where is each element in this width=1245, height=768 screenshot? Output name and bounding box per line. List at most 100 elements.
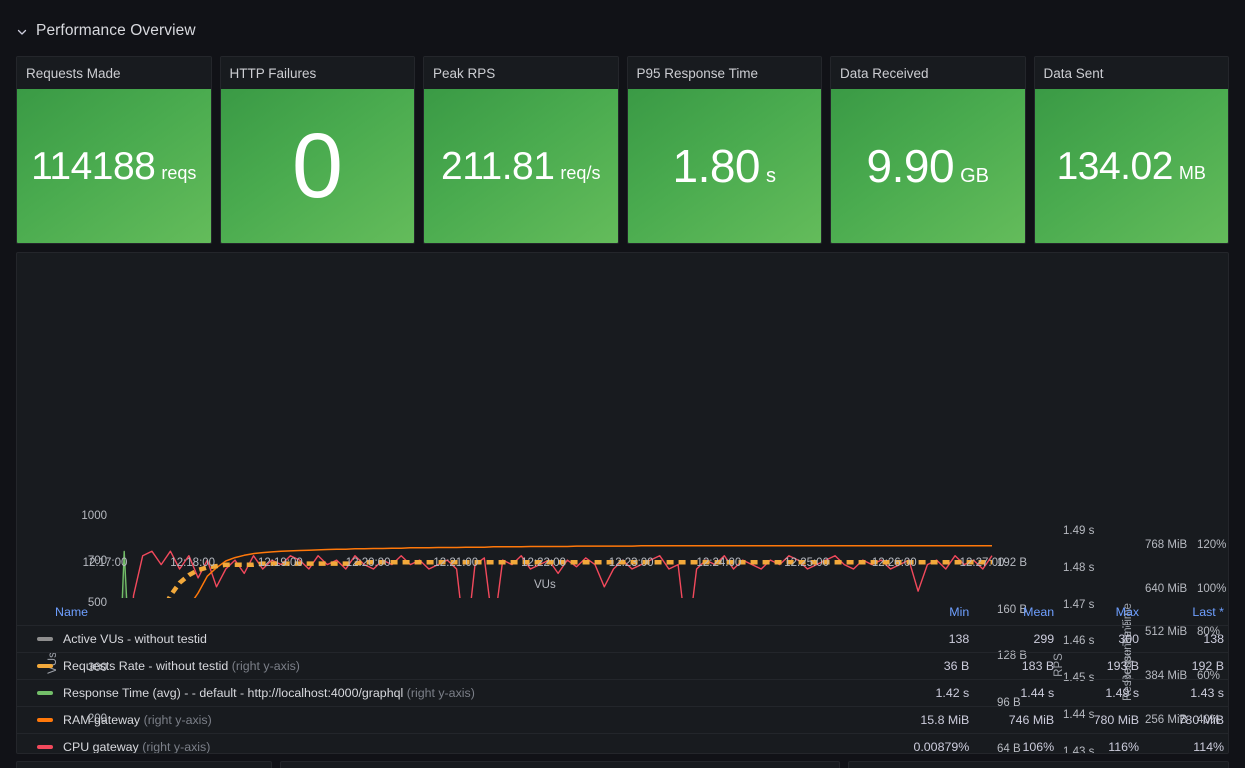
stat-panel-body: 114188 reqs bbox=[17, 89, 211, 243]
y-axis-tick-percent: 120% bbox=[1197, 538, 1227, 551]
legend-col-min[interactable]: Min bbox=[890, 601, 975, 626]
stat-panel-title: P95 Response Time bbox=[627, 57, 821, 89]
stat-value: 1.80 bbox=[672, 140, 761, 192]
legend-series-label: Requests Rate - without testid bbox=[63, 659, 229, 673]
legend-col-mean[interactable]: Mean bbox=[975, 601, 1060, 626]
legend-max: 780 MiB bbox=[1060, 706, 1146, 734]
stat-panel-body: 211.81 req/s bbox=[424, 89, 618, 243]
stat-value: 114188 bbox=[31, 144, 156, 188]
stat-panel[interactable]: Data Received 9.90 GB bbox=[830, 56, 1026, 244]
stat-unit: s bbox=[766, 165, 777, 187]
legend-mean: 106% bbox=[975, 733, 1061, 753]
legend-max: 116% bbox=[1060, 733, 1146, 753]
stat-panel-title: Peak RPS bbox=[424, 57, 618, 89]
legend-series-label: RAM gateway bbox=[63, 713, 141, 727]
legend-max: 193 B bbox=[1060, 652, 1146, 680]
y-axis-tick-memory: 640 MiB bbox=[1145, 582, 1188, 595]
legend-min: 1.42 s bbox=[890, 679, 976, 707]
stat-unit: GB bbox=[960, 165, 989, 187]
legend-color-swatch[interactable] bbox=[37, 744, 53, 749]
stat-panel-title: Requests Made bbox=[17, 57, 211, 89]
timeseries-panel[interactable]: 1002003005007001000VUs32 B64 B96 B128 B1… bbox=[16, 252, 1229, 754]
legend-mean: 746 MiB bbox=[975, 706, 1061, 734]
legend-mean: 299 bbox=[975, 625, 1061, 653]
legend-last: 1.43 s bbox=[1145, 679, 1228, 707]
legend-row[interactable]: RAM gateway (right y-axis) 15.8 MiB 746 Mi… bbox=[17, 706, 1228, 734]
row-header[interactable]: Performance Overview bbox=[16, 18, 196, 44]
stat-panel[interactable]: Requests Made 114188 reqs bbox=[16, 56, 212, 244]
legend-series-label: Response Time (avg) - - default - http:/… bbox=[63, 686, 404, 700]
stat-value: 134.02 bbox=[1056, 144, 1174, 188]
legend-axis-note: (right y-axis) bbox=[406, 686, 475, 700]
x-axis-tick: 12:18:00 bbox=[170, 557, 216, 569]
stat-panel-body: 9.90 GB bbox=[831, 89, 1025, 243]
legend-axis-note: (right y-axis) bbox=[143, 713, 212, 727]
legend-axis-note: (right y-axis) bbox=[231, 659, 300, 673]
legend-series-name-cell[interactable]: Active VUs - without testid bbox=[17, 625, 891, 653]
stat-unit: req/s bbox=[560, 162, 601, 183]
legend-axis-note: (right y-axis) bbox=[142, 740, 211, 754]
x-axis-tick: 12:19:00 bbox=[258, 557, 303, 569]
legend-header-row: Name Min Mean Max Last * bbox=[17, 601, 1228, 626]
legend-row[interactable]: CPU gateway (right y-axis) 0.00879% 106% 11… bbox=[17, 733, 1228, 754]
stat-panel[interactable]: HTTP Failures 0 bbox=[219, 56, 415, 244]
stat-value: 9.90 bbox=[866, 140, 955, 192]
x-axis-tick: 12:22:00 bbox=[521, 557, 566, 569]
x-axis-label: VUs bbox=[534, 579, 556, 591]
plot-area[interactable]: 1002003005007001000VUs32 B64 B96 B128 B1… bbox=[17, 253, 1228, 753]
legend-series-name-cell[interactable]: Requests Rate - without testid (right y-… bbox=[17, 652, 891, 680]
legend-series-name-cell[interactable]: Response Time (avg) - - default - http:/… bbox=[17, 679, 891, 707]
legend-color-swatch[interactable] bbox=[37, 717, 53, 722]
legend-min: 0.00879% bbox=[890, 733, 976, 753]
x-axis-tick: 12:27:00 bbox=[959, 557, 1005, 569]
stat-panel-body: 134.02 MB bbox=[1034, 89, 1228, 243]
row-title: Performance Overview bbox=[36, 22, 196, 39]
legend-series-label: CPU gateway bbox=[63, 740, 139, 754]
legend-col-name[interactable]: Name bbox=[17, 601, 890, 626]
legend-row[interactable]: Active VUs - without testid 138 299 300 138 bbox=[17, 625, 1228, 653]
x-axis-tick: 12:26:00 bbox=[871, 557, 917, 569]
legend: Name Min Mean Max Last * Active VUs - wi… bbox=[17, 601, 1228, 754]
legend-color-swatch[interactable] bbox=[37, 663, 53, 668]
legend-series-label: Active VUs - without testid bbox=[63, 632, 207, 646]
legend-table: Name Min Mean Max Last * Active VUs - wi… bbox=[17, 601, 1228, 754]
legend-row[interactable]: Requests Rate - without testid (right y-… bbox=[17, 652, 1228, 680]
y-axis-tick-left: 1000 bbox=[81, 510, 107, 522]
legend-color-swatch[interactable] bbox=[37, 690, 53, 695]
x-axis-tick: 12:21:00 bbox=[433, 557, 479, 569]
legend-series-name-cell[interactable]: RAM gateway (right y-axis) bbox=[17, 706, 891, 734]
legend-color-swatch[interactable] bbox=[37, 636, 53, 641]
chevron-down-icon[interactable] bbox=[16, 25, 28, 37]
legend-row[interactable]: Response Time (avg) - - default - http:/… bbox=[17, 679, 1228, 707]
legend-mean: 1.44 s bbox=[975, 679, 1061, 707]
legend-col-last[interactable]: Last * bbox=[1145, 601, 1228, 626]
legend-series-name-cell[interactable]: CPU gateway (right y-axis) bbox=[17, 733, 891, 754]
x-axis-tick: 12:23:00 bbox=[608, 557, 654, 569]
y-axis-tick-memory: 768 MiB bbox=[1145, 538, 1188, 551]
stat-panel[interactable]: Peak RPS 211.81 req/s bbox=[423, 56, 619, 244]
partial-panel-3 bbox=[848, 761, 1229, 768]
legend-min: 138 bbox=[890, 625, 976, 653]
stat-panel-body: 0 bbox=[220, 89, 414, 243]
legend-max: 1.49 s bbox=[1060, 679, 1146, 707]
stat-unit: reqs bbox=[161, 162, 197, 183]
stat-panel[interactable]: P95 Response Time 1.80 s bbox=[626, 56, 822, 244]
x-axis-tick: 12:20:00 bbox=[345, 557, 391, 569]
stat-value: 211.81 bbox=[441, 144, 555, 188]
legend-col-max[interactable]: Max bbox=[1060, 601, 1145, 626]
x-axis-tick: 12:17:00 bbox=[82, 557, 128, 569]
x-axis-tick: 12:24:00 bbox=[696, 557, 742, 569]
stat-panel-title: Data Received bbox=[831, 57, 1025, 89]
y-axis-tick-percent: 100% bbox=[1197, 582, 1227, 595]
stat-value: 0 bbox=[291, 115, 343, 217]
stat-unit: MB bbox=[1178, 162, 1206, 183]
legend-last: 192 B bbox=[1145, 652, 1228, 680]
stat-panels-strip: Requests Made 114188 reqs HTTP Failures 0 Pea… bbox=[16, 56, 1229, 244]
stat-panel-title: Data Sent bbox=[1034, 57, 1228, 89]
legend-last: 114% bbox=[1145, 733, 1228, 753]
stat-panel[interactable]: Data Sent 134.02 MB bbox=[1033, 56, 1229, 244]
partial-panel-1 bbox=[16, 761, 272, 768]
legend-last: 780 MiB bbox=[1145, 706, 1228, 734]
legend-mean: 183 B bbox=[975, 652, 1061, 680]
legend-max: 300 bbox=[1060, 625, 1146, 653]
